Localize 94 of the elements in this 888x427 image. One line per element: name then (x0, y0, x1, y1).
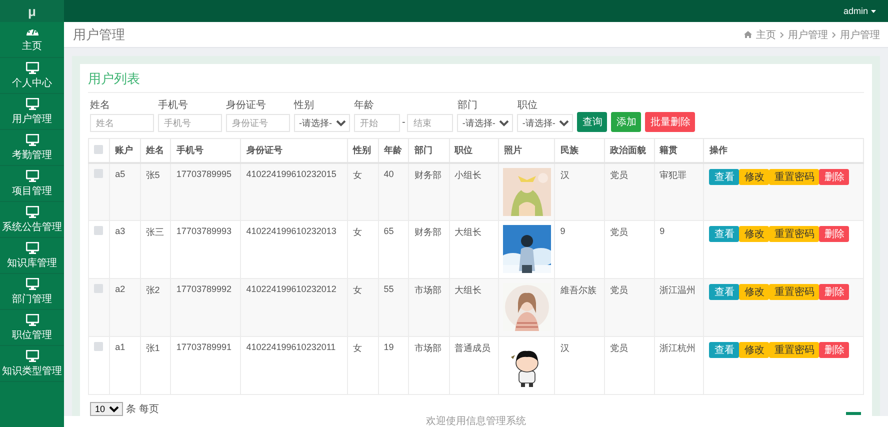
table-cell: 市场部 (408, 336, 450, 394)
row-action-button[interactable]: 删除 (819, 226, 850, 242)
sidebar-label: 部门管理 (12, 292, 52, 306)
row-action-button[interactable]: 查看 (709, 168, 740, 184)
sidebar-item[interactable]: 知识类型管理 (0, 346, 64, 382)
footer-text: 欢迎使用信息管理系统 (64, 416, 888, 427)
table-cell: a1 (110, 336, 140, 394)
row-action-button[interactable]: 重置密码 (769, 226, 820, 242)
select-all-checkbox[interactable] (94, 144, 103, 154)
page-size-select[interactable]: 10 (90, 402, 123, 416)
logo: μ (0, 0, 64, 22)
filter-select[interactable]: -请选择- (294, 114, 350, 132)
action-button[interactable]: 添加 (611, 112, 642, 132)
row-action-button[interactable]: 修改 (739, 342, 770, 358)
sidebar-label: 个人中心 (12, 76, 52, 90)
filter-select[interactable]: -请选择- (457, 114, 514, 132)
row-checkbox[interactable] (94, 226, 103, 235)
table-cell: 19 (378, 336, 409, 394)
sidebar-item[interactable]: 个人中心 (0, 58, 64, 94)
row-action-button[interactable]: 修改 (739, 226, 770, 242)
filter-label: 手机号 (158, 98, 189, 112)
row-action-button[interactable]: 修改 (739, 284, 770, 300)
monitor-icon (26, 350, 38, 362)
sidebar-label: 系统公告管理 (2, 220, 62, 234)
sidebar-label: 项目管理 (12, 184, 52, 198)
user-menu[interactable]: admin (843, 6, 876, 16)
chevron-icon (832, 32, 836, 38)
row-action-button[interactable]: 修改 (739, 168, 770, 184)
breadcrumb-link[interactable]: 用户管理 (840, 28, 880, 42)
sidebar-item[interactable]: 项目管理 (0, 166, 64, 202)
row-action-button[interactable]: 查看 (709, 226, 740, 242)
monitor-icon (26, 242, 38, 254)
monitor-icon (26, 98, 38, 110)
row-action-button[interactable]: 重置密码 (769, 342, 820, 358)
sidebar-item[interactable]: 系统公告管理 (0, 202, 64, 238)
table-cell: 浙江杭州 (654, 336, 704, 394)
sidebar-item[interactable]: 考勤管理 (0, 130, 64, 166)
page-title: 用户管理 (73, 26, 125, 44)
filter-field[interactable]: 姓名 (90, 114, 154, 132)
range-separator: - (401, 116, 406, 130)
row-action-button[interactable]: 重置密码 (769, 284, 820, 300)
sidebar-item[interactable]: 用户管理 (0, 94, 64, 130)
monitor-icon (26, 206, 38, 218)
range-start-field[interactable]: 开始 (354, 114, 400, 132)
sidebar-label: 职位管理 (12, 328, 52, 342)
sidebar-item[interactable]: 部门管理 (0, 274, 64, 310)
sidebar-label: 用户管理 (12, 112, 52, 126)
monitor-icon (26, 62, 38, 74)
table-cell: 普通成员 (449, 336, 499, 394)
range-end-field[interactable]: 结束 (407, 114, 454, 132)
sidebar-label: 知识类型管理 (2, 364, 62, 378)
table-cell: 党员 (604, 336, 654, 394)
row-action-button[interactable]: 重置密码 (769, 168, 820, 184)
row-action-button[interactable]: 删除 (819, 168, 850, 184)
monitor-icon (26, 314, 38, 326)
sidebar-label: 主页 (22, 40, 42, 53)
breadcrumb-link[interactable]: 主页 (756, 28, 776, 42)
row-checkbox[interactable] (94, 342, 103, 351)
filter-label: 职位 (517, 99, 538, 112)
table-cell: 张1 (140, 336, 171, 394)
sidebar-label: 考勤管理 (12, 148, 52, 162)
filter-label: 部门 (457, 98, 478, 112)
home-icon (744, 31, 752, 38)
table-cell: 女 (348, 336, 378, 394)
monitor-icon (26, 134, 38, 146)
filter-label: 姓名 (90, 99, 111, 112)
row-checkbox[interactable] (94, 168, 103, 178)
table-cell: 17703789991 (170, 336, 241, 394)
page-size-label: 条 每页 (126, 403, 159, 416)
row-action-button[interactable]: 删除 (819, 342, 850, 358)
card-title: 用户列表 (88, 70, 864, 93)
filter-field[interactable]: 手机号 (158, 114, 222, 132)
action-button[interactable]: 查询 (577, 112, 608, 132)
monitor-icon (26, 278, 38, 290)
action-button[interactable]: 批量删除 (645, 112, 696, 132)
breadcrumb-link[interactable]: 用户管理 (788, 28, 828, 42)
row-action-button[interactable]: 查看 (709, 284, 740, 300)
filter-label: 身份证号 (226, 99, 267, 112)
table-cell: 汉 (554, 336, 604, 394)
filter-label: 性别 (294, 98, 315, 112)
sidebar-item[interactable]: 职位管理 (0, 310, 64, 346)
chevron-icon (780, 32, 784, 38)
table-cell: 410224199610232011 (240, 336, 348, 394)
sidebar-item[interactable]: 知识库管理 (0, 238, 64, 274)
filter-select[interactable]: -请选择- (517, 114, 574, 132)
row-action-button[interactable]: 查看 (709, 342, 740, 358)
monitor-icon (26, 170, 38, 182)
sidebar-label: 知识库管理 (7, 256, 57, 270)
filter-label: 年龄 (354, 98, 375, 112)
back-to-top-button[interactable] (846, 412, 861, 415)
filter-field[interactable]: 身份证号 (226, 114, 290, 132)
row-checkbox[interactable] (94, 284, 103, 293)
caret-icon (871, 10, 876, 12)
row-action-button[interactable]: 删除 (819, 284, 850, 300)
